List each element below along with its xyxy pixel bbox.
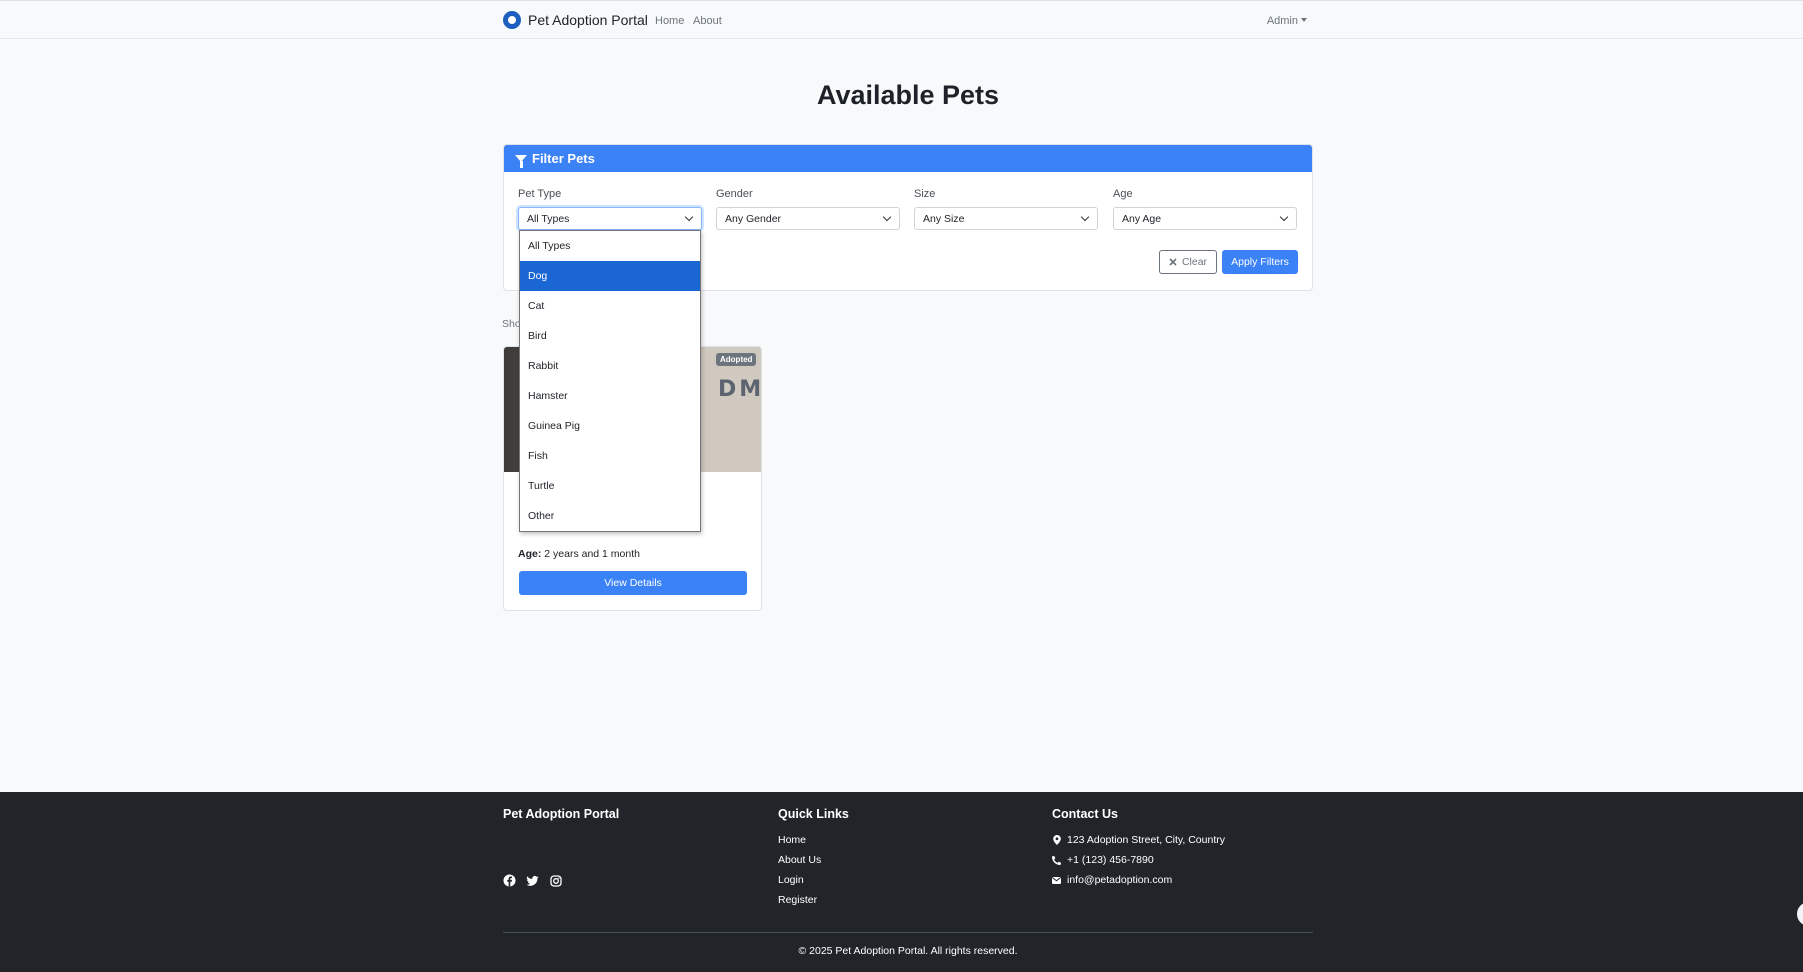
clear-button-label: Clear bbox=[1181, 256, 1208, 268]
size-label: Size bbox=[914, 188, 936, 200]
footer-divider bbox=[503, 932, 1313, 933]
admin-menu-label: Admin bbox=[1266, 15, 1298, 27]
option-other[interactable]: Other bbox=[520, 501, 700, 531]
option-bird[interactable]: Bird bbox=[520, 321, 700, 351]
footer: Pet Adoption Portal Quick Links Home Abo… bbox=[0, 792, 1803, 972]
footer-link-about-us[interactable]: About Us bbox=[778, 854, 821, 866]
option-cat[interactable]: Cat bbox=[520, 291, 700, 321]
contact-email-text[interactable]: info@petadoption.com bbox=[1067, 874, 1172, 886]
option-rabbit[interactable]: Rabbit bbox=[520, 351, 700, 381]
brand-name: Pet Adoption Portal bbox=[528, 12, 648, 28]
map-marker-icon bbox=[1052, 835, 1061, 845]
footer-brand: Pet Adoption Portal bbox=[503, 807, 620, 821]
clear-button[interactable]: Clear bbox=[1159, 250, 1217, 274]
photo-text: DM bbox=[718, 377, 762, 402]
apply-filters-button[interactable]: Apply Filters bbox=[1222, 250, 1298, 274]
paw-logo-icon bbox=[503, 11, 521, 29]
apply-filters-label: Apply Filters bbox=[1231, 256, 1289, 268]
admin-menu[interactable]: Admin bbox=[1267, 15, 1307, 27]
option-dog[interactable]: Dog bbox=[520, 261, 700, 291]
results-count: Sho bbox=[502, 318, 521, 330]
gender-select[interactable]: Any Gender bbox=[716, 207, 900, 230]
pet-type-dropdown-list[interactable]: All Types Dog Cat Bird Rabbit Hamster Gu… bbox=[519, 230, 701, 532]
contact-email: info@petadoption.com bbox=[1052, 874, 1172, 886]
pet-age-value: 2 years and 1 month bbox=[544, 548, 640, 560]
gender-label: Gender bbox=[716, 188, 753, 200]
option-hamster[interactable]: Hamster bbox=[520, 381, 700, 411]
view-details-label: View Details bbox=[604, 577, 662, 589]
copyright: © 2025 Pet Adoption Portal. All rights r… bbox=[798, 945, 1018, 957]
age-label: Age bbox=[1113, 188, 1133, 200]
contact-address: 123 Adoption Street, City, Country bbox=[1052, 834, 1225, 846]
phone-icon bbox=[1052, 855, 1061, 865]
nav-link-about[interactable]: About bbox=[693, 15, 722, 27]
option-fish[interactable]: Fish bbox=[520, 441, 700, 471]
size-value: Any Size bbox=[923, 213, 965, 225]
footer-link-register[interactable]: Register bbox=[778, 894, 817, 906]
view-details-button[interactable]: View Details bbox=[519, 571, 747, 595]
quick-links-title: Quick Links bbox=[778, 807, 849, 821]
contact-address-text: 123 Adoption Street, City, Country bbox=[1067, 834, 1225, 846]
chevron-down-icon bbox=[882, 212, 892, 222]
envelope-icon bbox=[1052, 876, 1061, 885]
facebook-icon[interactable] bbox=[503, 874, 516, 887]
age-value: Any Age bbox=[1122, 213, 1162, 225]
chevron-down-icon bbox=[1080, 212, 1090, 222]
twitter-icon[interactable] bbox=[526, 874, 539, 887]
navbar: Pet Adoption Portal Home About Admin bbox=[0, 0, 1803, 39]
page-title: Available Pets bbox=[816, 80, 1000, 110]
social-links bbox=[503, 874, 562, 887]
close-icon bbox=[1169, 258, 1177, 266]
footer-link-home[interactable]: Home bbox=[778, 834, 806, 846]
status-badge: Adopted bbox=[716, 353, 757, 366]
chevron-down-icon bbox=[1279, 212, 1289, 222]
pet-type-label: Pet Type bbox=[518, 188, 562, 200]
nav-link-home[interactable]: Home bbox=[655, 15, 684, 27]
pet-age: Age: 2 years and 1 month bbox=[518, 548, 640, 560]
chevron-down-icon bbox=[684, 212, 694, 222]
option-guinea-pig[interactable]: Guinea Pig bbox=[520, 411, 700, 441]
contact-title: Contact Us bbox=[1052, 807, 1118, 821]
contact-phone-text: +1 (123) 456-7890 bbox=[1067, 854, 1154, 866]
pet-type-value: All Types bbox=[527, 213, 570, 225]
gender-value: Any Gender bbox=[725, 213, 782, 225]
filter-icon bbox=[515, 155, 527, 168]
brand[interactable]: Pet Adoption Portal bbox=[503, 11, 648, 29]
contact-phone: +1 (123) 456-7890 bbox=[1052, 854, 1154, 866]
filter-header-title: Filter Pets bbox=[532, 151, 595, 166]
instagram-icon[interactable] bbox=[549, 874, 562, 887]
pet-type-select[interactable]: All Types bbox=[518, 207, 702, 230]
size-select[interactable]: Any Size bbox=[914, 207, 1098, 230]
filter-header: Filter Pets bbox=[504, 145, 1312, 172]
option-all-types[interactable]: All Types bbox=[520, 231, 700, 261]
caret-down-icon bbox=[1301, 18, 1307, 22]
option-turtle[interactable]: Turtle bbox=[520, 471, 700, 501]
age-select[interactable]: Any Age bbox=[1113, 207, 1297, 230]
footer-link-login[interactable]: Login bbox=[778, 874, 804, 886]
pet-age-label: Age: bbox=[518, 548, 542, 560]
